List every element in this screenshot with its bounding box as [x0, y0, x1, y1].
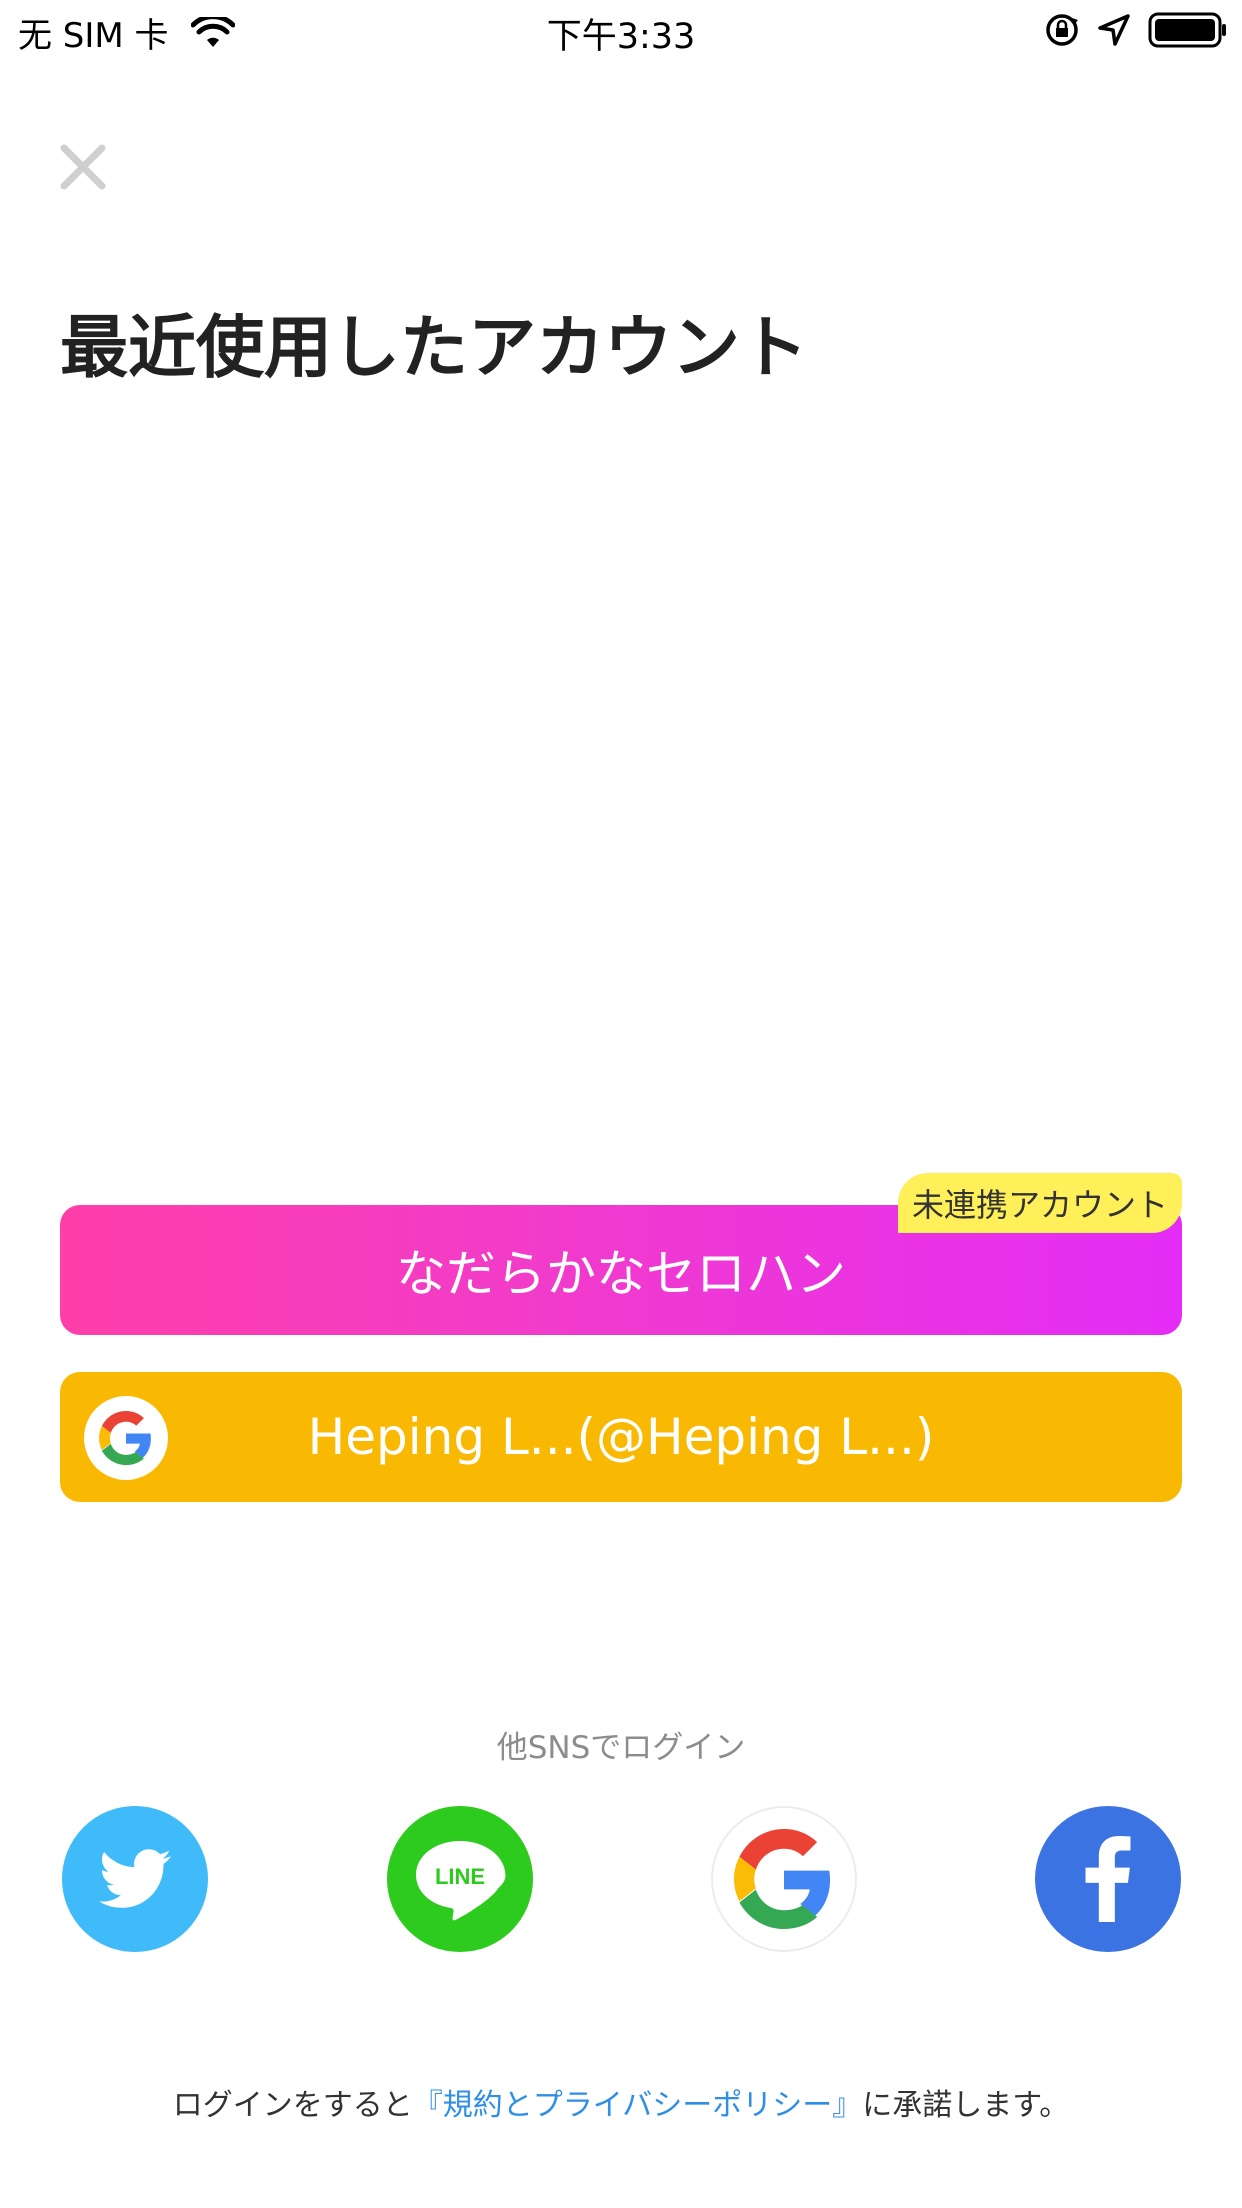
google-login-button[interactable] — [711, 1806, 857, 1952]
terms-footer: ログインをすると『規約とプライバシーポリシー』に承諾します。 — [0, 2080, 1242, 2124]
facebook-login-button[interactable] — [1035, 1806, 1181, 1952]
line-login-button[interactable]: LINE — [387, 1806, 533, 1952]
terms-text-after: に承諾します。 — [862, 2088, 1070, 2123]
other-sns-label: 他SNSでログイン — [496, 1730, 746, 1766]
twitter-icon — [99, 1849, 171, 1908]
battery-icon — [1148, 12, 1226, 48]
google-account-button[interactable]: Heping L...(@Heping L...) — [60, 1372, 1182, 1502]
status-right — [1026, 12, 1228, 48]
terms-privacy-link[interactable]: 『規約とプライバシーポリシー』 — [413, 2088, 862, 2123]
account-name-label: なだらかなセロハン — [396, 1245, 846, 1303]
terms-text-before: ログインをすると — [172, 2088, 413, 2123]
twitter-login-button[interactable] — [62, 1806, 208, 1952]
google-icon — [734, 1829, 831, 1929]
status-bar: 无 SIM 卡 下午3:33 — [0, 0, 1242, 60]
account-name-label: Heping L...(@Heping L...) — [307, 1408, 935, 1466]
location-arrow-icon — [1098, 14, 1130, 46]
rotation-lock-icon — [1046, 14, 1078, 46]
line-icon-text: LINE — [435, 1864, 485, 1889]
unlinked-account-badge: 未連携アカウント — [898, 1173, 1182, 1233]
google-icon — [84, 1396, 168, 1480]
page-title: 最近使用したアカウント — [60, 309, 809, 388]
facebook-icon — [1085, 1836, 1131, 1922]
close-icon[interactable] — [58, 142, 108, 192]
line-icon: LINE — [416, 1841, 506, 1921]
